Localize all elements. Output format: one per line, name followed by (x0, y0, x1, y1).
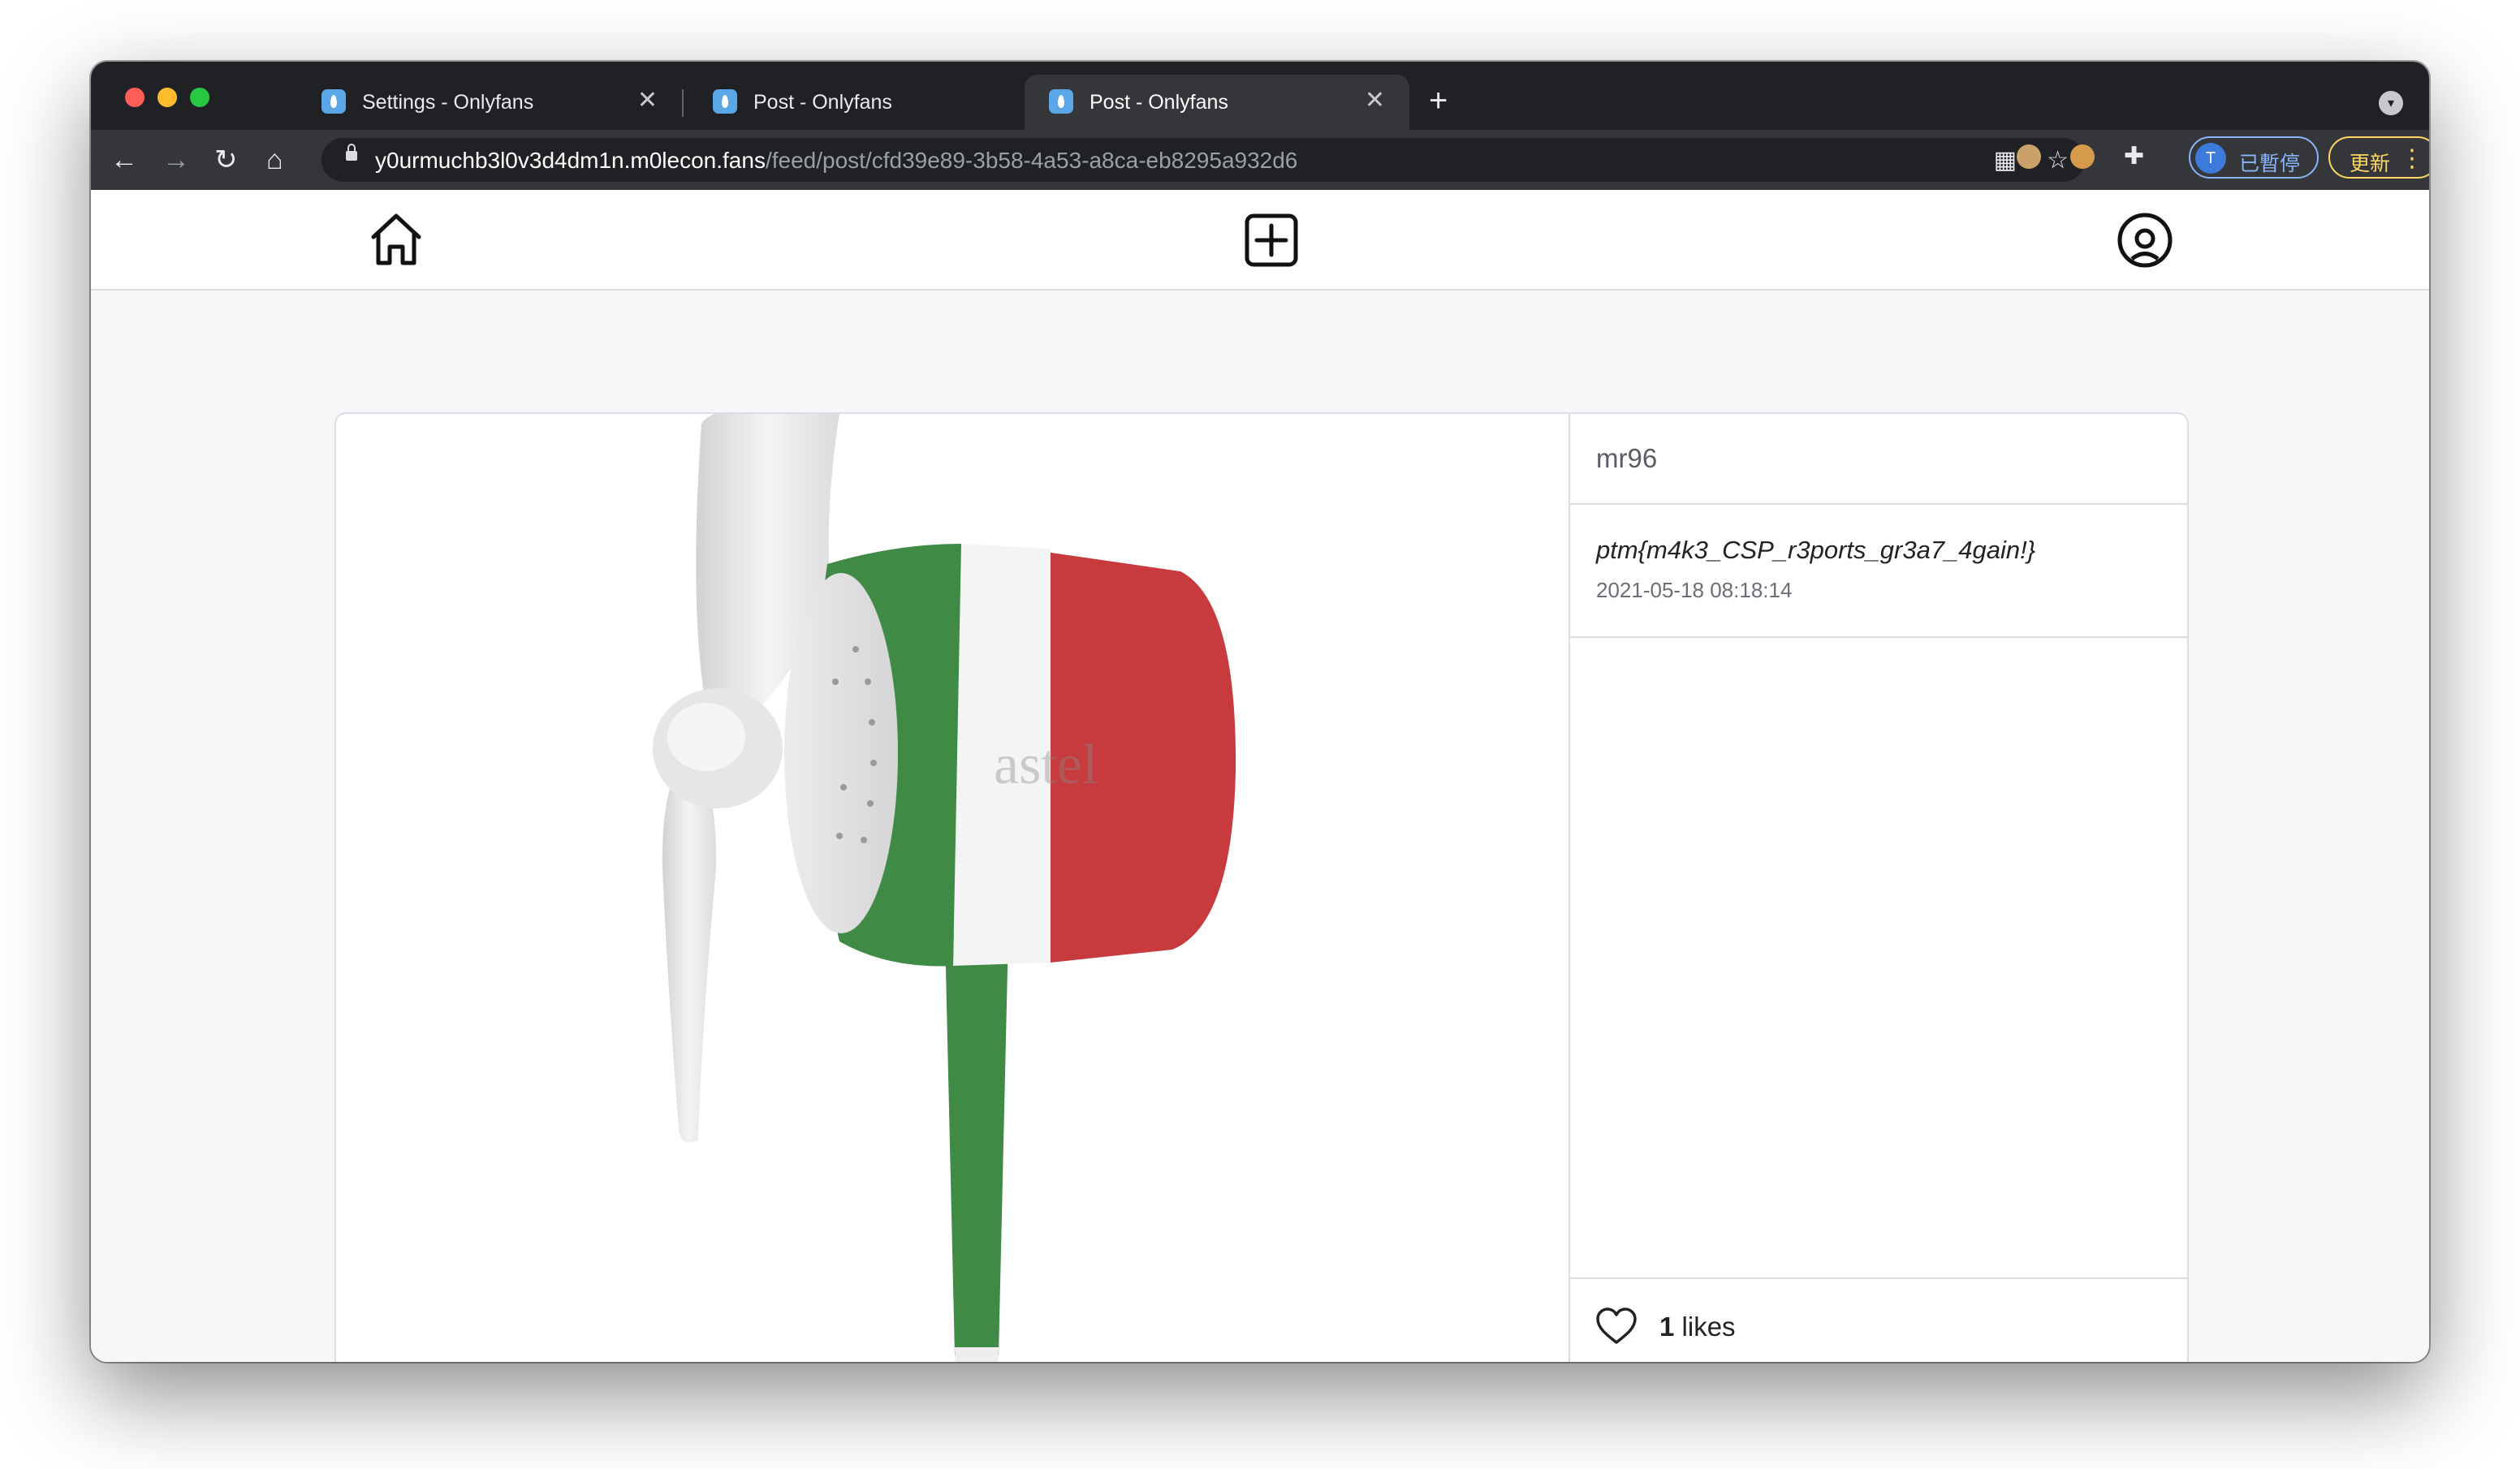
tab-separator (682, 89, 684, 117)
profile-icon[interactable] (2114, 209, 2176, 271)
likes-count-label: 1 likes (1659, 1312, 1736, 1342)
post-caption: ptm{m4k3_CSP_r3ports_gr3a7_4gain!} (1596, 536, 2036, 564)
tab-search-icon[interactable]: ▾ (2379, 91, 2403, 115)
extension-icon[interactable] (2017, 144, 2041, 169)
address-bar[interactable]: y0urmuchb3l0v3d4dm1n.m0lecon.fans/feed/p… (321, 138, 2085, 182)
tab-post[interactable]: Post - Onlyfans ✕ (688, 75, 1073, 130)
post-timestamp: 2021-05-18 08:18:14 (1596, 578, 1793, 602)
onlyfans-favicon-icon (321, 89, 346, 114)
new-post-icon[interactable] (1241, 209, 1302, 271)
browser-toolbar: ← → ↻ ⌂ y0urmuchb3l0v3d4dm1n.m0lecon.fan… (91, 130, 2429, 190)
profile-button[interactable]: T 已暫停 (2189, 136, 2319, 179)
post-sidebar: mr96 ptm{m4k3_CSP_r3ports_gr3a7_4gain!} … (1570, 414, 2187, 1362)
tab-strip: Settings - Onlyfans ✕ Post - Onlyfans ✕ … (91, 62, 2429, 130)
url-path: /feed/post/cfd39e89-3b58-4a53-a8ca-eb829… (765, 148, 1298, 173)
image-watermark: astel (994, 734, 1098, 796)
update-label: 更新 (2350, 152, 2391, 175)
avatar: T (2195, 143, 2226, 174)
tab-close-icon[interactable]: ✕ (637, 86, 658, 114)
maximize-window-button[interactable] (190, 88, 209, 107)
tab-settings[interactable]: Settings - Onlyfans ✕ (297, 75, 682, 130)
close-window-button[interactable] (125, 88, 145, 107)
qr-code-icon[interactable]: ▦ (1994, 146, 2017, 174)
home-button[interactable]: ⌂ (266, 144, 283, 175)
minimize-window-button[interactable] (158, 88, 177, 107)
new-tab-button[interactable]: + (1429, 83, 1448, 118)
fan-image: astel (653, 414, 1236, 1362)
onlyfans-favicon-icon (1049, 89, 1073, 114)
page-content: astel mr96 ptm{m4k3_CSP_r3ports_gr3a7_4g… (91, 190, 2429, 1362)
post-caption-block: ptm{m4k3_CSP_r3ports_gr3a7_4gain!} 2021-… (1570, 505, 2187, 638)
tab-close-icon[interactable]: ✕ (1365, 86, 1385, 114)
onlyfans-favicon-icon (713, 89, 737, 114)
reload-button[interactable]: ↻ (214, 144, 238, 175)
likes-count: 1 (1659, 1312, 1675, 1342)
tab-title: Post - Onlyfans (753, 91, 892, 114)
post-card: astel mr96 ptm{m4k3_CSP_r3ports_gr3a7_4g… (334, 412, 2189, 1362)
tab-title: Settings - Onlyfans (362, 91, 534, 114)
back-button[interactable]: ← (110, 144, 138, 175)
home-icon[interactable] (365, 209, 427, 271)
update-button[interactable]: 更新 ⋮ (2328, 136, 2429, 179)
lock-icon[interactable] (346, 144, 357, 161)
cookie-icon[interactable] (2070, 144, 2095, 169)
puzzle-icon[interactable]: ✚ (2124, 144, 2148, 169)
post-author[interactable]: mr96 (1596, 443, 1657, 473)
more-menu-icon[interactable]: ⋮ (2400, 144, 2424, 173)
profile-status-label: 已暫停 (2239, 152, 2301, 175)
url-host: y0urmuchb3l0v3d4dm1n.m0lecon.fans (375, 148, 766, 173)
url-text[interactable]: y0urmuchb3l0v3d4dm1n.m0lecon.fans/feed/p… (375, 148, 1297, 174)
likes-bar: 1 likes (1570, 1277, 2187, 1362)
forward-button[interactable]: → (162, 144, 190, 175)
browser-window: Settings - Onlyfans ✕ Post - Onlyfans ✕ … (91, 62, 2429, 1362)
bookmark-star-icon[interactable]: ☆ (2047, 146, 2069, 174)
app-navbar (91, 190, 2429, 291)
post-image[interactable]: astel (336, 414, 1570, 1362)
likes-label: likes (1681, 1312, 1736, 1342)
post-author-header: mr96 (1570, 414, 2187, 505)
heart-icon[interactable] (1594, 1305, 1638, 1349)
tab-title: Post - Onlyfans (1090, 91, 1228, 114)
tab-post-active[interactable]: Post - Onlyfans ✕ (1025, 75, 1409, 130)
